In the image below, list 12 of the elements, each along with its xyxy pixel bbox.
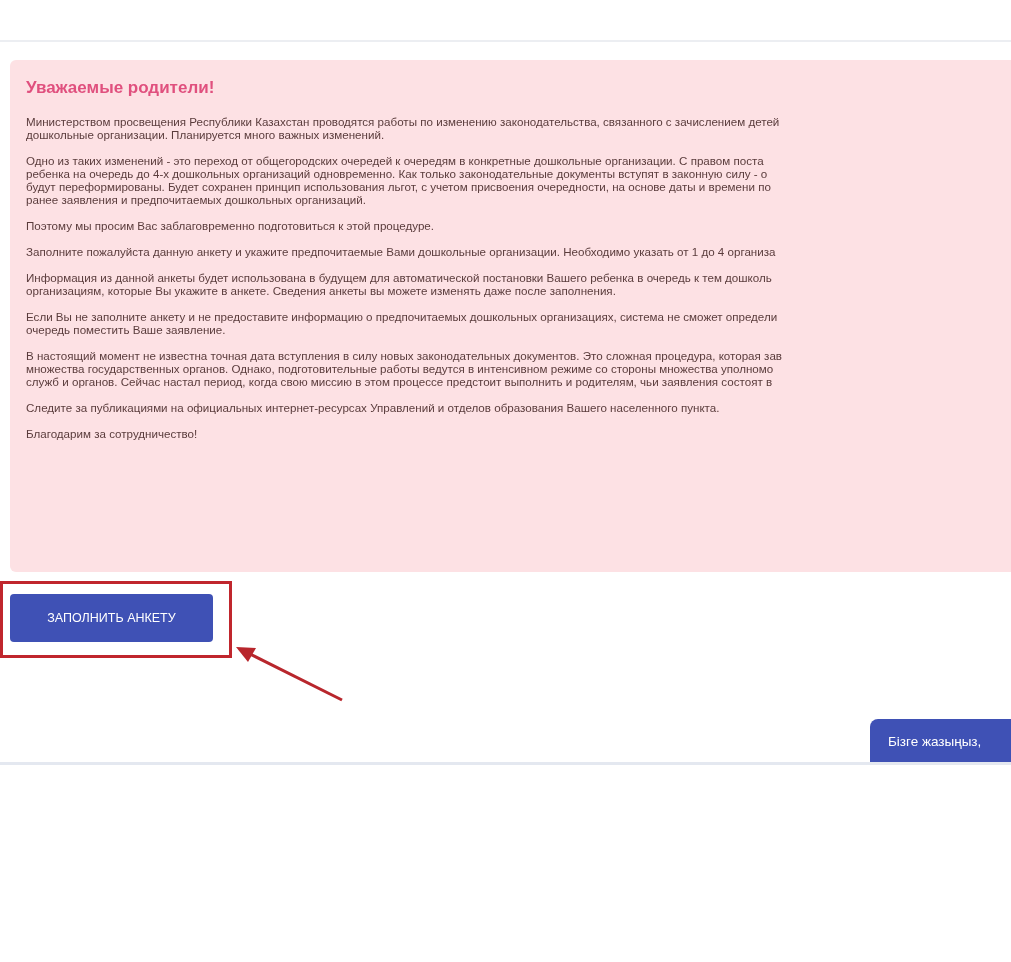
chat-button[interactable]: Бізге жазыңыз,	[870, 719, 1011, 763]
notice-paragraph: Благодарим за сотрудничество!	[26, 427, 199, 440]
notice-title: Уважаемые родители!	[26, 78, 216, 98]
notice-paragraph: Если Вы не заполните анкету и не предоставите информацию о предпочитаемых дошкольных организациях, система не сможет определи очередь поместить Ваше заявление.	[26, 310, 779, 336]
notice-paragraph: Поэтому мы просим Вас заблаговременно подготовиться к этой процедуре.	[26, 219, 436, 232]
fill-survey-button[interactable]: ЗАПОЛНИТЬ АНКЕТУ	[10, 594, 213, 642]
notice-paragraph: Министерством просвещения Республики Казахстан проводятся работы по изменению законодательства, связанного с зачислением детей дошкольные организации. Планируется много важных изменений.	[26, 115, 781, 141]
notice-paragraph: В настоящий момент не известна точная дата вступления в силу новых законодательных документов. Это сложная процедура, которая зав множества государственных органов. Однако, подготовительные работы ведутся в интенсивном режиме со стороны множества уполномо служб и органов. Сейчас настал период, когда свою миссию в этом процессе предстоит выполнить и родителям, чьи заявления состоят в	[26, 349, 783, 388]
notice-paragraph: Информация из данной анкеты будет использована в будущем для автоматической постановки Вашего ребенка в очередь к тем дошколь организациям, которые Вы укажите в анкете. Сведения анкеты вы можете изменять даже после заполнения.	[26, 271, 773, 297]
notice-paragraph: Одно из таких изменений - это переход от общегородских очередей к очередям в конкретные дошкольные организации. С правом поста ребенка на очередь до 4-х дошкольных организаций одновременно. Как только законодательные документы вступят в законную силу - о будут переформированы. Будет сохранен принцип использования льгот, с учетом присвоения очередности, на основе даты и времени по ранее заявления и предпочитаемых дошкольных организаций.	[26, 154, 772, 206]
notice-paragraph: Заполните пожалуйста данную анкету и укажите предпочитаемые Вами дошкольные организации. Необходимо указать от 1 до 4 организа	[26, 245, 777, 258]
notice-paragraph: Следите за публикациями на официальных интернет-ресурсах Управлений и отделов образования Вашего населенного пункта.	[26, 401, 721, 414]
